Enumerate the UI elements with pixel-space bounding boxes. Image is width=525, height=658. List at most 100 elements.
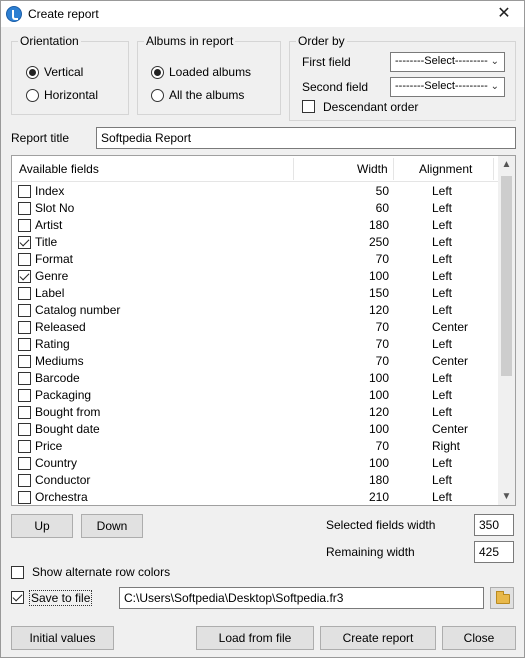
albums-group: Albums in report Loaded albums All the a… <box>137 34 281 115</box>
list-item[interactable]: Label 150 Left <box>12 285 499 302</box>
close-button[interactable]: Close <box>442 626 516 650</box>
radio-horizontal[interactable]: Horizontal <box>26 88 98 102</box>
field-alignment: Left <box>432 184 453 198</box>
descendant-order-checkbox[interactable] <box>302 100 315 113</box>
radio-all-albums[interactable]: All the albums <box>151 88 244 102</box>
alternate-rows-checkbox[interactable] <box>11 566 24 579</box>
list-item[interactable]: Barcode 100 Left <box>12 370 499 387</box>
field-checkbox[interactable] <box>18 338 31 351</box>
field-name: Mediums <box>35 354 84 368</box>
header-alignment[interactable]: Alignment <box>419 162 472 176</box>
field-checkbox[interactable] <box>18 236 31 249</box>
chevron-down-icon: ⌄ <box>490 81 499 92</box>
second-field-select[interactable]: --------Select--------- ⌄ <box>390 77 505 97</box>
list-item[interactable]: Format 70 Left <box>12 251 499 268</box>
list-item[interactable]: Catalog number 120 Left <box>12 302 499 319</box>
field-checkbox[interactable] <box>18 287 31 300</box>
field-checkbox[interactable] <box>18 474 31 487</box>
field-checkbox[interactable] <box>18 423 31 436</box>
list-item[interactable]: Bought from 120 Left <box>12 404 499 421</box>
chevron-down-icon: ⌄ <box>490 56 499 67</box>
list-item[interactable]: Mediums 70 Center <box>12 353 499 370</box>
field-checkbox[interactable] <box>18 491 31 504</box>
create-report-button[interactable]: Create report <box>320 626 436 650</box>
list-item[interactable]: Country 100 Left <box>12 455 499 472</box>
list-item[interactable]: Packaging 100 Left <box>12 387 499 404</box>
field-width: 180 <box>368 473 389 487</box>
field-alignment: Left <box>432 456 453 470</box>
fields-list[interactable]: Available fields Width Alignment Index 50… <box>11 155 516 506</box>
field-checkbox[interactable] <box>18 389 31 402</box>
field-checkbox[interactable] <box>18 457 31 470</box>
list-item[interactable]: Rating 70 Left <box>12 336 499 353</box>
list-item[interactable]: Released 70 Center <box>12 319 499 336</box>
scroll-thumb[interactable] <box>501 176 512 376</box>
radio-loaded-albums[interactable]: Loaded albums <box>151 65 251 79</box>
initial-values-button[interactable]: Initial values <box>11 626 114 650</box>
list-item[interactable]: Slot No 60 Left <box>12 200 499 217</box>
header-width[interactable]: Width <box>357 162 388 176</box>
field-checkbox[interactable] <box>18 185 31 198</box>
list-item[interactable]: Price 70 Right <box>12 438 499 455</box>
scroll-up-icon[interactable]: ▲ <box>498 156 515 173</box>
field-checkbox[interactable] <box>18 321 31 334</box>
selected-width-field: 350 <box>474 514 514 536</box>
field-checkbox[interactable] <box>18 355 31 368</box>
header-available-fields[interactable]: Available fields <box>19 162 99 176</box>
list-item[interactable]: Orchestra 210 Left <box>12 489 499 505</box>
field-checkbox[interactable] <box>18 304 31 317</box>
close-window-button[interactable]: ✕ <box>484 1 524 27</box>
field-alignment: Left <box>432 388 453 402</box>
scroll-down-icon[interactable]: ▼ <box>498 488 515 505</box>
load-from-file-button[interactable]: Load from file <box>196 626 314 650</box>
field-checkbox[interactable] <box>18 406 31 419</box>
list-item[interactable]: Genre 100 Left <box>12 268 499 285</box>
field-name: Barcode <box>35 371 80 385</box>
field-checkbox[interactable] <box>18 372 31 385</box>
radio-horizontal-dot[interactable] <box>26 88 39 102</box>
header-separator <box>393 158 394 180</box>
field-checkbox[interactable] <box>18 440 31 453</box>
up-button[interactable]: Up <box>11 514 73 538</box>
down-button[interactable]: Down <box>81 514 143 538</box>
radio-all-albums-dot[interactable] <box>151 88 164 102</box>
orientation-label: Orientation <box>18 34 81 48</box>
field-name: Released <box>35 320 86 334</box>
field-checkbox[interactable] <box>18 270 31 283</box>
field-name: Slot No <box>35 201 75 215</box>
radio-all-albums-label: All the albums <box>169 88 245 102</box>
field-name: Conductor <box>35 473 91 487</box>
remaining-width-label: Remaining width <box>326 545 415 559</box>
radio-loaded-albums-dot[interactable] <box>151 65 164 79</box>
list-item[interactable]: Title 250 Left <box>12 234 499 251</box>
list-item[interactable]: Conductor 180 Left <box>12 472 499 489</box>
radio-vertical-dot[interactable] <box>26 65 39 79</box>
field-checkbox[interactable] <box>18 202 31 215</box>
field-width: 70 <box>375 354 389 368</box>
radio-horizontal-label: Horizontal <box>44 88 99 102</box>
list-item[interactable]: Index 50 Left <box>12 183 499 200</box>
list-scrollbar[interactable]: ▲ ▼ <box>498 156 515 505</box>
field-name: Label <box>35 286 65 300</box>
first-field-select[interactable]: --------Select--------- ⌄ <box>390 52 505 72</box>
file-path-input[interactable]: C:\Users\Softpedia\Desktop\Softpedia.fr3 <box>119 587 484 609</box>
field-alignment: Left <box>432 269 453 283</box>
report-title-input[interactable]: Softpedia Report <box>96 127 516 149</box>
field-checkbox[interactable] <box>18 219 31 232</box>
radio-loaded-albums-label: Loaded albums <box>169 65 252 79</box>
list-item[interactable]: Bought date 100 Center <box>12 421 499 438</box>
field-checkbox[interactable] <box>18 253 31 266</box>
field-alignment: Left <box>432 201 453 215</box>
order-by-group: Order by First field --------Select-----… <box>289 34 516 121</box>
alternate-rows-label: Show alternate row colors <box>32 565 171 579</box>
browse-button[interactable] <box>490 587 514 609</box>
field-name: Title <box>35 235 58 249</box>
list-item[interactable]: Artist 180 Left <box>12 217 499 234</box>
field-alignment: Left <box>432 337 453 351</box>
save-to-file-checkbox[interactable] <box>11 591 24 604</box>
field-alignment: Left <box>432 473 453 487</box>
field-name: Genre <box>35 269 69 283</box>
radio-vertical[interactable]: Vertical <box>26 65 83 79</box>
descendant-order-label: Descendant order <box>323 100 419 114</box>
first-field-value: --------Select--------- <box>395 55 488 67</box>
